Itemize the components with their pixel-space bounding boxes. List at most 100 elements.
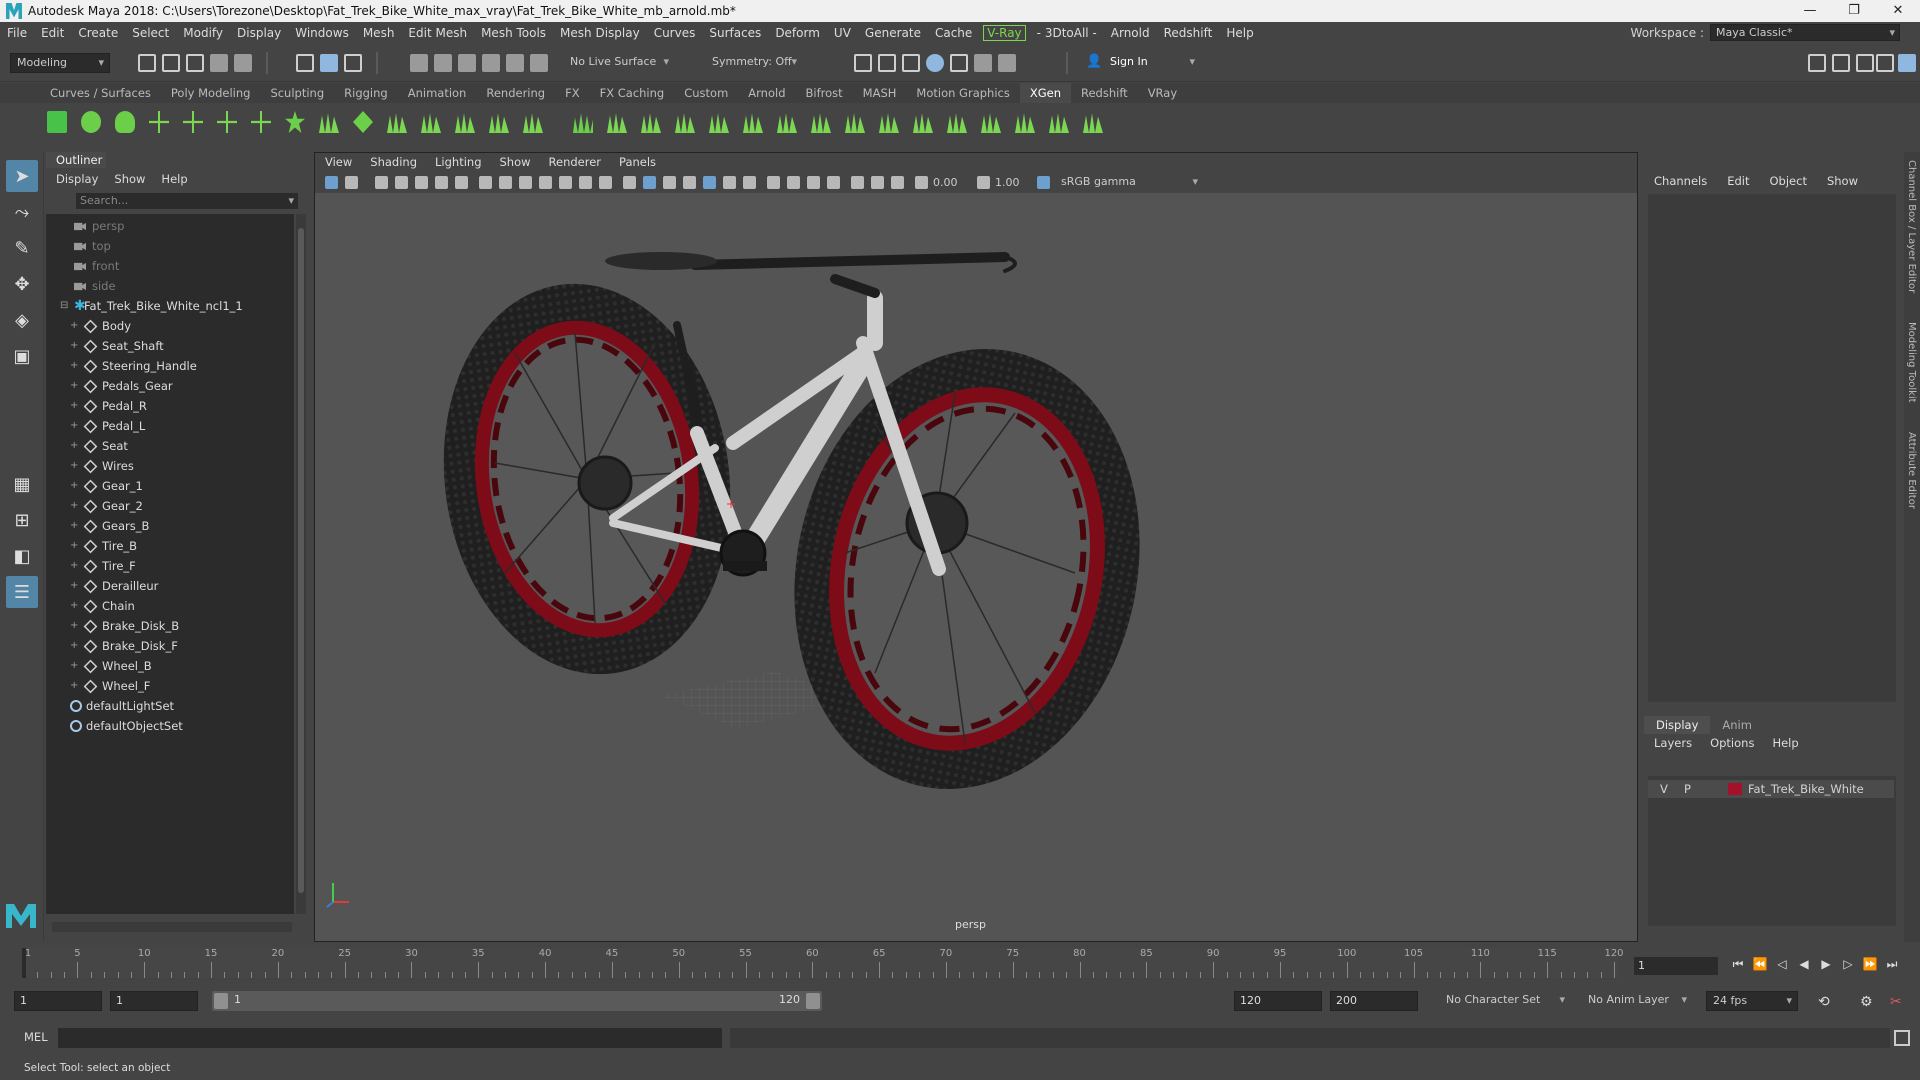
character-set-dropdown[interactable]: No Character Set	[1440, 991, 1570, 1011]
gamma-value[interactable]: 1.00	[995, 175, 1020, 191]
redo-icon[interactable]	[234, 54, 252, 72]
xgen-tool-15-button[interactable]	[1080, 108, 1106, 136]
viewport-menu-show[interactable]: Show	[500, 153, 531, 173]
safe-title-icon[interactable]	[599, 176, 612, 189]
xgen-tool-3-button[interactable]	[672, 108, 698, 136]
outliner-item-camera[interactable]: persp	[46, 216, 294, 236]
outliner-menu-display[interactable]: Display	[56, 172, 98, 186]
xgen-grass-button[interactable]	[570, 108, 596, 136]
expand-toggle-icon[interactable]: +	[70, 676, 78, 696]
four-view-layout-button[interactable]: ⊞	[6, 504, 38, 536]
xgen-brush-1-button[interactable]	[418, 108, 444, 136]
safe-action-icon[interactable]	[579, 176, 592, 189]
layer-name[interactable]: Fat_Trek_Bike_White	[1748, 780, 1864, 798]
outliner-item-mesh[interactable]: + Steering_Handle	[46, 356, 294, 376]
screen-space-ao-icon[interactable]	[767, 176, 780, 189]
outliner-scrollbar[interactable]	[296, 214, 306, 914]
current-frame-marker[interactable]	[22, 948, 26, 978]
expand-toggle-icon[interactable]: +	[70, 596, 78, 616]
shelf-tab-curves-surfaces[interactable]: Curves / Surfaces	[40, 83, 161, 103]
viewport-menu-view[interactable]: View	[325, 153, 352, 173]
layer-menu-help[interactable]: Help	[1772, 736, 1798, 750]
menu-redshift[interactable]: Redshift	[1157, 26, 1220, 40]
outliner-horizontal-scrollbar[interactable]	[52, 922, 292, 932]
persp-outliner-layout-button[interactable]: ◧	[6, 540, 38, 572]
grease-pencil-icon[interactable]	[455, 176, 468, 189]
xgen-sculpt-guides-button[interactable]	[214, 108, 240, 136]
field-chart-icon[interactable]	[559, 176, 572, 189]
tool-settings-icon[interactable]	[1876, 54, 1894, 72]
outliner-item-camera[interactable]: front	[46, 256, 294, 276]
shelf-tab-custom[interactable]: Custom	[674, 83, 738, 103]
render-setup-icon[interactable]	[974, 54, 992, 72]
viewport-menu-lighting[interactable]: Lighting	[435, 153, 481, 173]
outliner-item-set[interactable]: defaultObjectSet	[46, 716, 294, 736]
expand-toggle-icon[interactable]: +	[70, 516, 78, 536]
select-component-icon[interactable]	[344, 54, 362, 72]
range-bar[interactable]: 1 120	[212, 991, 822, 1011]
new-scene-icon[interactable]	[138, 54, 156, 72]
menu-mesh[interactable]: Mesh	[356, 26, 402, 40]
preferences-icon[interactable]: ✂	[1890, 994, 1902, 1010]
menu-arnold[interactable]: Arnold	[1104, 26, 1157, 40]
exposure-value[interactable]: 0.00	[933, 175, 958, 191]
xgen-place-guides-button[interactable]	[180, 108, 206, 136]
outliner-item-group[interactable]: ⊟ ✱ Fat_Trek_Bike_White_ncl1_1	[46, 296, 294, 316]
xgen-create-description-button[interactable]	[78, 108, 104, 136]
menu-curves[interactable]: Curves	[647, 26, 703, 40]
snap-live-icon[interactable]	[506, 54, 524, 72]
shelf-tab-rigging[interactable]: Rigging	[334, 83, 398, 103]
render-view-icon[interactable]	[854, 54, 872, 72]
menu-file[interactable]: File	[0, 26, 34, 40]
expand-toggle-icon[interactable]: +	[70, 336, 78, 356]
outliner-item-mesh[interactable]: + Body	[46, 316, 294, 336]
xgen-comb-button[interactable]	[384, 108, 410, 136]
rotate-tool-button[interactable]: ◈	[6, 304, 38, 336]
menu-uv[interactable]: UV	[827, 26, 858, 40]
xgen-tool-5-button[interactable]	[740, 108, 766, 136]
outliner-item-mesh[interactable]: + Brake_Disk_F	[46, 636, 294, 656]
live-surface-dropdown[interactable]: No Live Surface	[564, 53, 674, 73]
shelf-tab-fx-caching[interactable]: FX Caching	[590, 83, 675, 103]
shelf-tab-rendering[interactable]: Rendering	[476, 83, 555, 103]
bookmarks-icon[interactable]	[395, 176, 408, 189]
smooth-shade-icon[interactable]	[643, 176, 656, 189]
shelf-tab-arnold[interactable]: Arnold	[738, 83, 795, 103]
xgen-tool-13-button[interactable]	[1012, 108, 1038, 136]
use-all-lights-icon[interactable]	[723, 176, 736, 189]
command-input[interactable]	[58, 1028, 722, 1048]
xgen-tool-7-button[interactable]	[808, 108, 834, 136]
expand-toggle-icon[interactable]: +	[70, 556, 78, 576]
menu-3dtoall[interactable]: - 3DtoAll -	[1030, 26, 1104, 40]
gamma-icon[interactable]	[977, 176, 990, 189]
expand-toggle-icon[interactable]: +	[70, 476, 78, 496]
expand-toggle-icon[interactable]: +	[70, 436, 78, 456]
step-back-key-button[interactable]: ⏪	[1752, 956, 1768, 972]
xgen-tool-6-button[interactable]	[774, 108, 800, 136]
sign-in-button[interactable]: Sign In	[1104, 53, 1200, 73]
time-slider-track[interactable]: 1 5 10 15 20 25 30 35 40 45 50 55 60 65 70 75 80 85 90 95 10…	[22, 948, 1624, 978]
modeling-toolkit-icon[interactable]	[1808, 54, 1826, 72]
shelf-tab-motion-graphics[interactable]: Motion Graphics	[906, 83, 1019, 103]
xgen-interactive-groom-button[interactable]	[112, 108, 138, 136]
layer-row[interactable]: V P Fat_Trek_Bike_White	[1648, 780, 1894, 798]
script-editor-icon[interactable]	[1894, 1030, 1910, 1046]
viewport-menu-panels[interactable]: Panels	[619, 153, 656, 173]
step-forward-frame-button[interactable]: ▷	[1840, 956, 1856, 972]
outliner-item-mesh[interactable]: + Gears_B	[46, 516, 294, 536]
menu-select[interactable]: Select	[125, 26, 176, 40]
xray-joints-icon[interactable]	[891, 176, 904, 189]
2d-pan-zoom-icon[interactable]	[435, 176, 448, 189]
isolate-select-icon[interactable]	[851, 176, 864, 189]
select-tool-button[interactable]: ➤	[6, 160, 38, 192]
wireframe-icon[interactable]	[623, 176, 636, 189]
outliner-item-mesh[interactable]: + Gear_2	[46, 496, 294, 516]
xgen-pin-button[interactable]	[282, 108, 308, 136]
xgen-brush-4-button[interactable]	[520, 108, 546, 136]
outliner-layout-button[interactable]: ☰	[6, 576, 38, 608]
minimize-button[interactable]: —	[1788, 0, 1832, 22]
menu-help[interactable]: Help	[1219, 26, 1260, 40]
shelf-tab-mash[interactable]: MASH	[853, 83, 907, 103]
snap-curve-icon[interactable]	[434, 54, 452, 72]
default-material-icon[interactable]	[663, 176, 676, 189]
